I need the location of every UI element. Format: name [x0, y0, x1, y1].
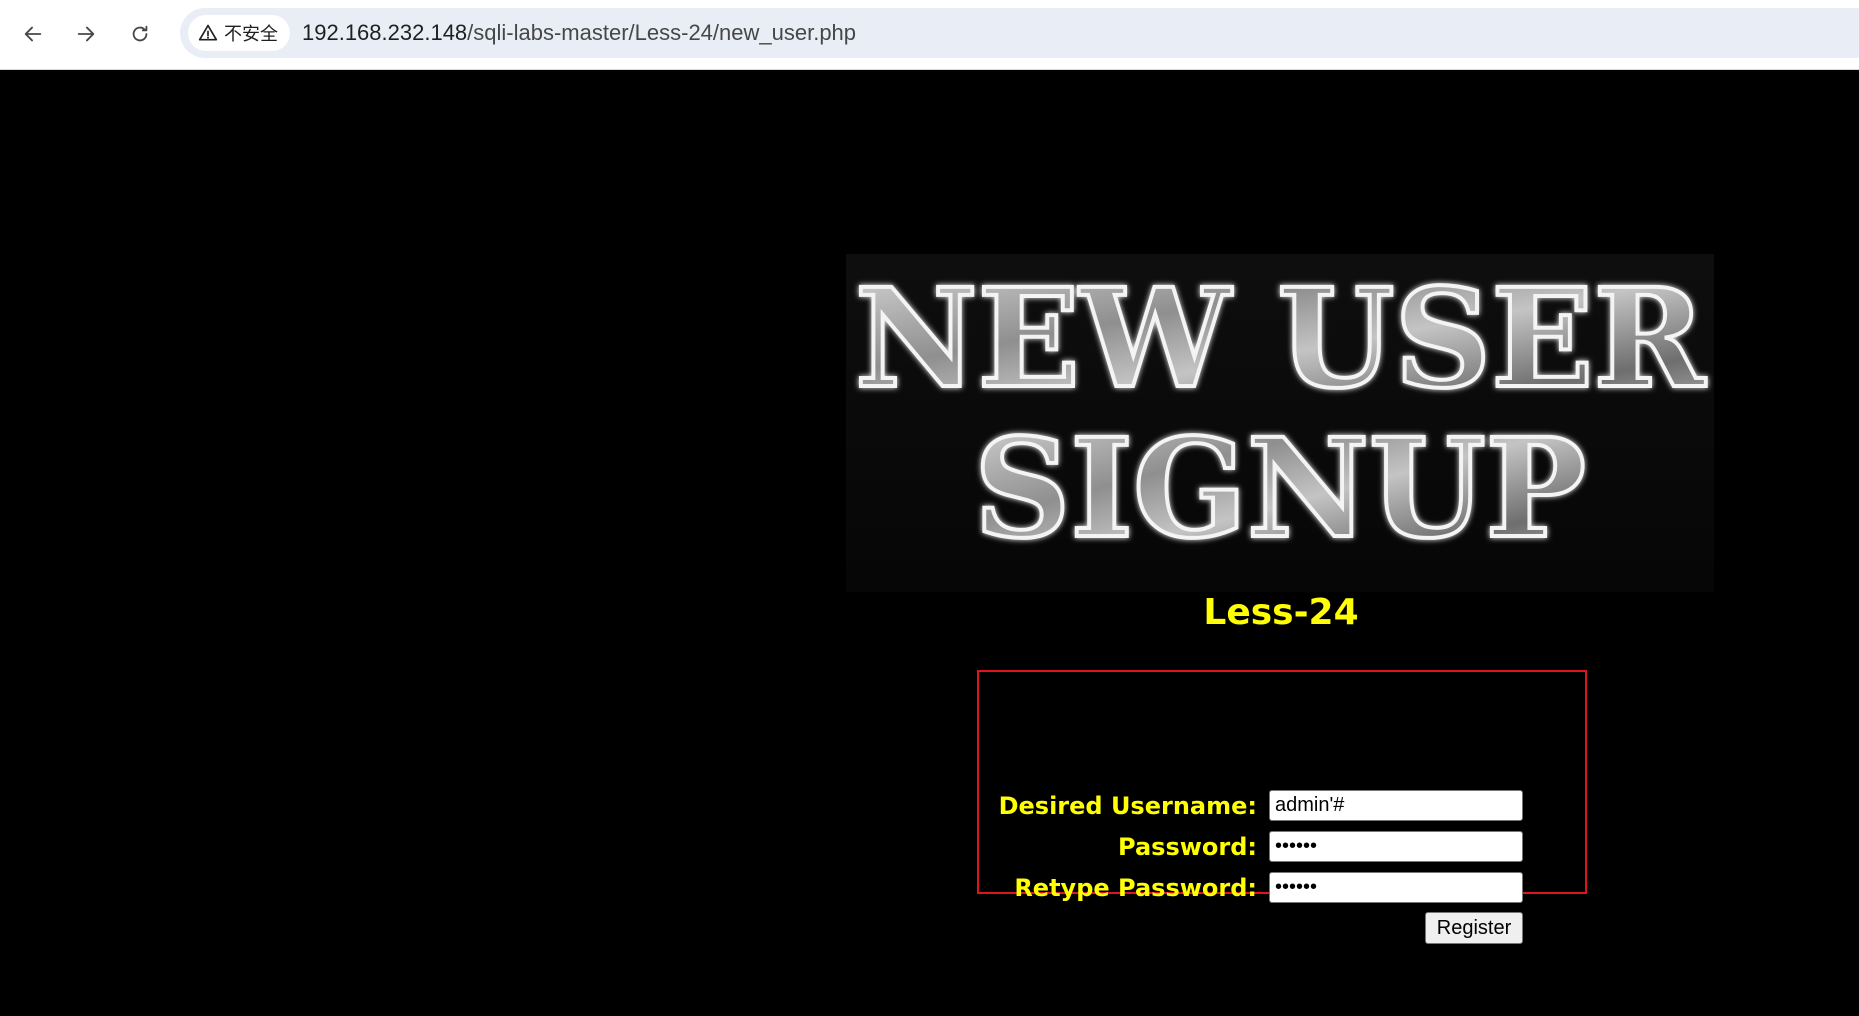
url-path: /sqli-labs-master/Less-24/new_user.php — [467, 20, 857, 45]
url-text[interactable]: 192.168.232.148/sqli-labs-master/Less-24… — [302, 20, 856, 46]
lesson-title: Less-24 — [1203, 592, 1359, 633]
register-button[interactable]: Register — [1425, 912, 1523, 944]
password-input[interactable] — [1269, 831, 1523, 862]
username-label: Desired Username: — [998, 792, 1257, 820]
signup-banner-image: NEW USER SIGNUP — [846, 254, 1714, 592]
username-row: Desired Username: — [979, 790, 1585, 822]
reload-button[interactable] — [122, 16, 158, 52]
back-arrow-icon — [24, 26, 42, 42]
address-bar[interactable]: 不安全 192.168.232.148/sqli-labs-master/Les… — [180, 8, 1859, 58]
signup-form: Desired Username: Password: Retype Passw… — [977, 670, 1587, 944]
banner-line-2: SIGNUP — [974, 409, 1586, 569]
retype-password-input[interactable] — [1269, 872, 1523, 903]
password-row: Password: — [979, 831, 1585, 863]
back-button[interactable] — [15, 16, 51, 52]
url-host: 192.168.232.148 — [302, 20, 468, 45]
banner-line-1: NEW USER — [855, 259, 1706, 419]
security-label: 不安全 — [224, 24, 278, 45]
username-input[interactable] — [1269, 790, 1523, 821]
browser-toolbar: 不安全 192.168.232.148/sqli-labs-master/Les… — [0, 0, 1859, 70]
banner-graphic: NEW USER SIGNUP — [853, 257, 1708, 571]
retype-password-row: Retype Password: — [979, 872, 1585, 904]
warning-icon — [198, 24, 218, 41]
reload-icon — [132, 25, 148, 42]
password-label: Password: — [1118, 833, 1257, 861]
retype-password-label: Retype Password: — [1014, 874, 1257, 902]
forward-button[interactable] — [68, 16, 104, 52]
security-indicator[interactable]: 不安全 — [188, 15, 290, 51]
forward-arrow-icon — [77, 26, 95, 42]
